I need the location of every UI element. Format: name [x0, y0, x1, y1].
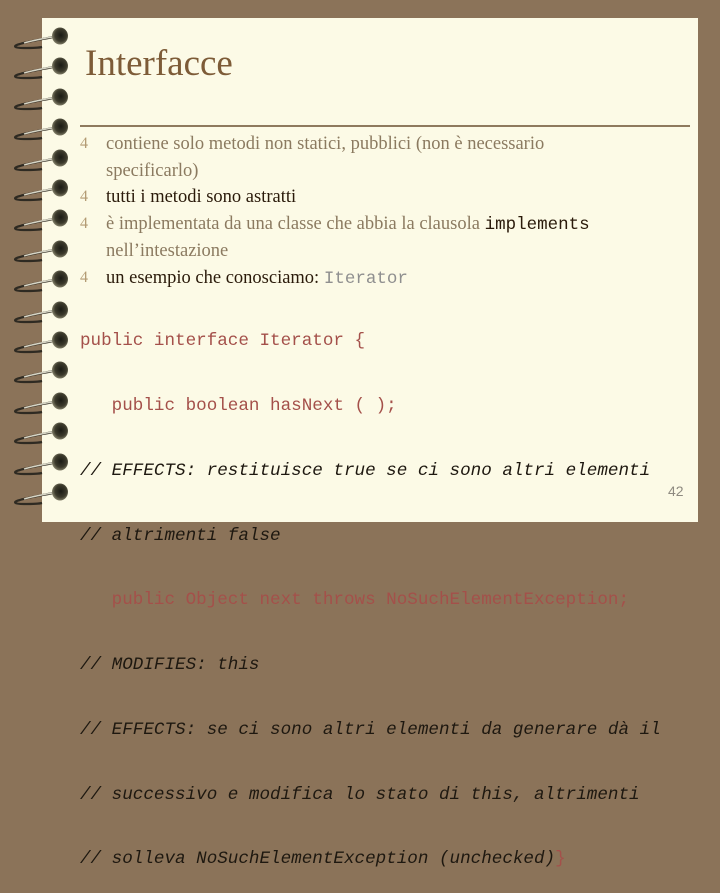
spiral-ring-icon	[10, 419, 72, 445]
spiral-ring-icon	[10, 24, 72, 50]
spiral-ring-icon	[10, 54, 72, 80]
spiral-ring-icon	[10, 206, 72, 232]
spiral-ring-icon	[10, 298, 72, 324]
bullet-item: 4 contiene solo metodi non statici, pubb…	[80, 131, 680, 184]
bullet-text: è implementata da una classe che abbia l…	[106, 213, 485, 234]
code-line: public Object next throws NoSuchElementE…	[80, 590, 630, 611]
comment-line: // EFFECTS: se ci sono altri elementi da…	[80, 719, 661, 740]
spiral-ring-icon	[10, 358, 72, 384]
spiral-ring-icon	[10, 328, 72, 354]
spiral-ring-icon	[10, 176, 72, 202]
bullet-code-keyword: implements	[484, 214, 590, 235]
bullet-item: 4 tutti i metodi sono astratti	[80, 184, 680, 211]
spiral-ring-icon	[10, 237, 72, 263]
bullet-text: tutti i metodi sono astratti	[106, 187, 297, 207]
bullet-list: 4 contiene solo metodi non statici, pubb…	[80, 131, 680, 292]
slide-title: Interfacce	[85, 43, 233, 84]
bullet-marker-icon: 4	[80, 188, 88, 205]
spiral-binding	[0, 0, 80, 540]
comment-line: // MODIFIES: this	[80, 655, 260, 676]
closing-brace: }	[555, 849, 566, 870]
bullet-item: 4 è implementata da una classe che abbia…	[80, 211, 680, 265]
page-number: 42	[668, 483, 684, 499]
comment-line: // EFFECTS: restituisce true se ci sono …	[80, 460, 651, 481]
title-divider	[80, 125, 690, 127]
spiral-ring-icon	[10, 115, 72, 141]
bullet-continuation: specificarlo)	[106, 160, 199, 181]
bullet-marker-icon: 4	[80, 135, 88, 152]
bullet-text: un esempio che conosciamo:	[106, 267, 324, 288]
spiral-ring-icon	[10, 146, 72, 172]
bullet-marker-icon: 4	[80, 214, 88, 232]
bullet-text: contiene solo metodi non statici, pubbli…	[106, 134, 545, 154]
spiral-ring-icon	[10, 267, 72, 293]
comment-line: // altrimenti false	[80, 525, 281, 546]
spiral-ring-icon	[10, 389, 72, 415]
spiral-ring-icon	[10, 480, 72, 506]
code-block: public interface Iterator { public boole…	[80, 288, 661, 893]
comment-line: // solleva NoSuchElementException (unche…	[80, 849, 661, 871]
spiral-ring-icon	[10, 450, 72, 476]
bullet-continuation: nell’intestazione	[106, 241, 229, 261]
code-line: public boolean hasNext ( );	[80, 395, 397, 416]
bullet-code-keyword: Iterator	[323, 268, 408, 289]
code-line: public interface Iterator {	[80, 331, 366, 352]
comment-text: // solleva NoSuchElementException (unche…	[80, 849, 556, 870]
spiral-ring-icon	[10, 85, 72, 111]
comment-line: // successivo e modifica lo stato di thi…	[80, 784, 640, 805]
